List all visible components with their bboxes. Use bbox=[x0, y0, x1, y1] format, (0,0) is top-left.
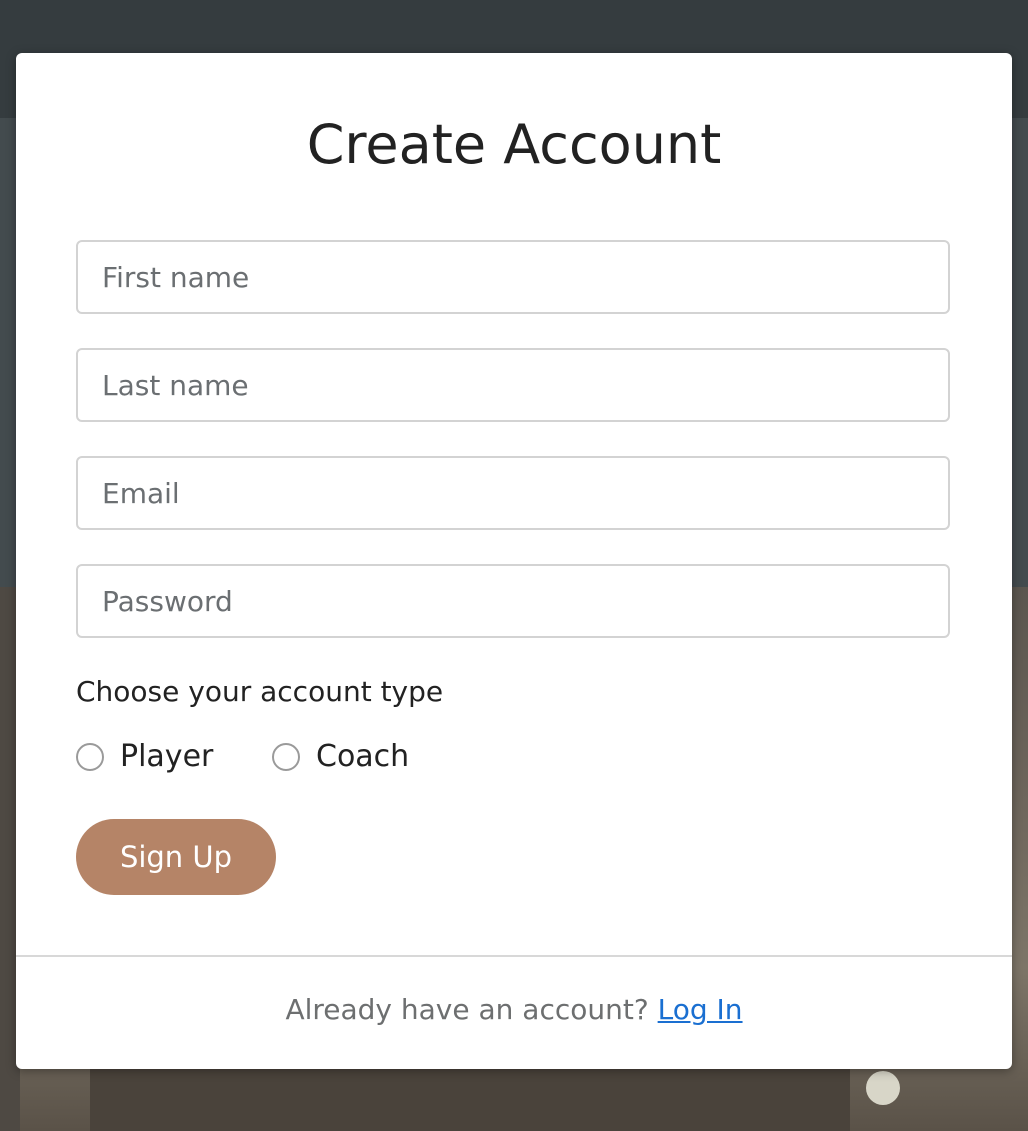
radio-option-player[interactable]: Player bbox=[76, 739, 213, 774]
modal-footer: Already have an account? Log In bbox=[16, 993, 1012, 1026]
radio-button-player[interactable] bbox=[76, 742, 104, 771]
modal-title: Create Account bbox=[306, 113, 722, 176]
radio-label-coach[interactable]: Coach bbox=[316, 739, 409, 774]
background-ball bbox=[866, 1071, 900, 1105]
password-input[interactable] bbox=[76, 564, 950, 638]
footer-divider bbox=[16, 955, 1012, 957]
last-name-input[interactable] bbox=[76, 348, 950, 422]
radio-label-player[interactable]: Player bbox=[120, 739, 213, 774]
log-in-link[interactable]: Log In bbox=[658, 993, 743, 1026]
sign-up-button[interactable]: Sign Up bbox=[76, 819, 276, 895]
email-input[interactable] bbox=[76, 456, 950, 530]
radio-option-coach[interactable]: Coach bbox=[272, 739, 409, 774]
background-court bbox=[90, 1067, 850, 1131]
first-name-input[interactable] bbox=[76, 240, 950, 314]
radio-button-coach[interactable] bbox=[272, 742, 300, 771]
login-prompt: Already have an account? bbox=[285, 993, 649, 1026]
create-account-modal: Create Account Choose your account type … bbox=[16, 53, 1012, 1069]
account-type-label: Choose your account type bbox=[76, 675, 444, 708]
